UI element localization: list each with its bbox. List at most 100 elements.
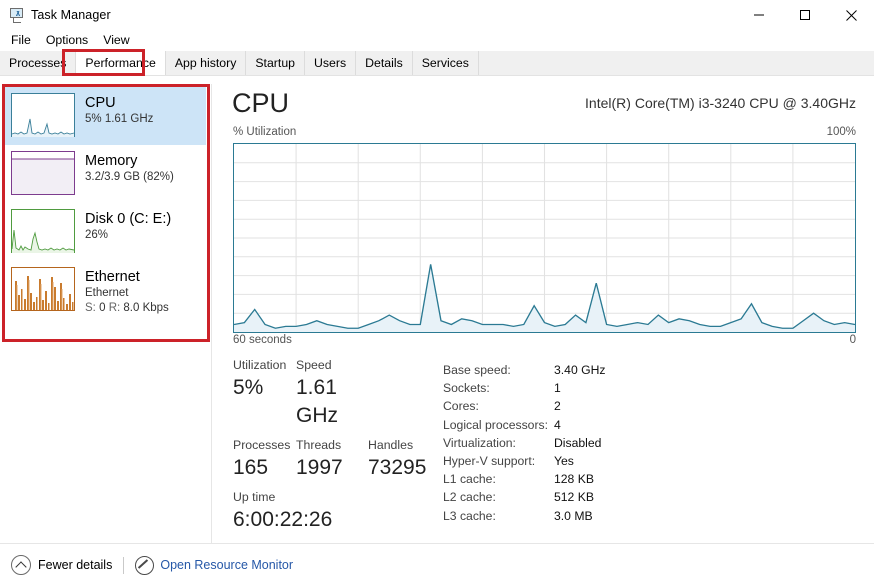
cpu-stats: Utilization 5% Speed 1.61 GHz Processes … bbox=[224, 357, 864, 532]
cpu-primary-stats: Utilization 5% Speed 1.61 GHz Processes … bbox=[233, 357, 448, 541]
sidebar-item-sub-memory: 3.2/3.9 GB (82%) bbox=[85, 171, 174, 183]
stat-row-3: Up time 6:00:22:26 bbox=[233, 489, 448, 534]
spec-value-virtualization: Disabled bbox=[554, 435, 602, 450]
chart-y-axis-max: 100% bbox=[826, 126, 856, 138]
spec-label-cores: Cores: bbox=[443, 399, 479, 414]
status-bar-divider bbox=[123, 556, 125, 574]
fewer-details-label: Fewer details bbox=[38, 558, 113, 572]
spec-label-logical-processors: Logical processors: bbox=[443, 417, 548, 432]
title-bar: Task Manager bbox=[0, 0, 874, 30]
sidebar-item-ethernet[interactable]: Ethernet Ethernet S: 0 R: 8.0 Kbps bbox=[5, 261, 206, 323]
menu-item-file[interactable]: File bbox=[4, 32, 38, 48]
sidebar-divider bbox=[211, 84, 212, 544]
tab-processes[interactable]: Processes bbox=[0, 51, 77, 75]
ethernet-send-label: S: bbox=[85, 302, 96, 314]
tab-performance[interactable]: Performance bbox=[76, 51, 166, 75]
chart-y-axis-label: % Utilization bbox=[233, 126, 297, 138]
maximize-button[interactable] bbox=[782, 0, 828, 30]
tab-app-history[interactable]: App history bbox=[165, 51, 247, 75]
sidebar-disk-text: Disk 0 (C: E:) 26% bbox=[85, 209, 171, 243]
cpu-header: CPU Intel(R) Core(TM) i3-3240 CPU @ 3.40… bbox=[224, 86, 864, 126]
chart-x-axis-end: 0 bbox=[849, 334, 856, 346]
spec-value-l1-cache: 128 KB bbox=[554, 472, 594, 487]
tab-startup[interactable]: Startup bbox=[246, 51, 305, 75]
cpu-model-label: Intel(R) Core(TM) i3-3240 CPU @ 3.40GHz bbox=[585, 95, 856, 111]
tab-details[interactable]: Details bbox=[356, 51, 413, 75]
spec-label-l1-cache: L1 cache: bbox=[443, 472, 496, 487]
status-bar: Fewer details Open Resource Monitor bbox=[0, 543, 874, 586]
stat-uptime: Up time 6:00:22:26 bbox=[233, 489, 332, 534]
stat-speed: Speed 1.61 GHz bbox=[296, 357, 368, 430]
stat-handles-value: 73295 bbox=[368, 456, 427, 479]
spec-label-sockets: Sockets: bbox=[443, 381, 490, 396]
chart-x-axis-labels: 60 seconds 0 bbox=[233, 334, 856, 352]
tab-strip: Processes Performance App history Startu… bbox=[0, 51, 874, 76]
spec-row-logical-processors: Logical processors: 4 bbox=[443, 416, 703, 434]
spec-label-hyperv-support: Hyper-V support: bbox=[443, 454, 536, 469]
sidebar-ethernet-text: Ethernet Ethernet S: 0 R: 8.0 Kbps bbox=[85, 267, 169, 316]
stat-uptime-value: 6:00:22:26 bbox=[233, 508, 333, 531]
spec-label-base-speed: Base speed: bbox=[443, 363, 511, 377]
menu-bar: File Options View bbox=[0, 30, 874, 50]
stat-threads: Threads 1997 bbox=[296, 437, 368, 482]
spec-value-cores: 2 bbox=[554, 399, 561, 414]
ethernet-receive-value: 8.0 Kbps bbox=[123, 302, 169, 314]
resource-sidebar: CPU 5% 1.61 GHz Memory 3.2/3.9 GB (82%) bbox=[5, 87, 206, 339]
spec-value-base-speed: 3.40 GHz bbox=[554, 363, 606, 377]
sidebar-item-sub-ethernet: Ethernet bbox=[85, 287, 129, 299]
spec-value-logical-processors: 4 bbox=[554, 417, 561, 432]
cpu-thumbnail-graph bbox=[11, 93, 75, 137]
sidebar-memory-text: Memory 3.2/3.9 GB (82%) bbox=[85, 151, 174, 185]
stat-utilization-label: Utilization bbox=[233, 358, 287, 372]
open-resource-monitor-label: Open Resource Monitor bbox=[160, 558, 294, 572]
spec-row-virtualization: Virtualization: Disabled bbox=[443, 434, 703, 452]
open-resource-monitor-link[interactable]: Open Resource Monitor bbox=[135, 555, 294, 575]
chevron-up-circle-icon bbox=[11, 555, 31, 575]
stat-threads-label: Threads bbox=[296, 438, 342, 452]
sidebar-item-disk[interactable]: Disk 0 (C: E:) 26% bbox=[5, 203, 206, 261]
tab-users[interactable]: Users bbox=[305, 51, 357, 75]
sidebar-item-cpu[interactable]: CPU 5% 1.61 GHz bbox=[5, 87, 206, 145]
spec-value-hyperv-support: Yes bbox=[554, 454, 574, 469]
cpu-secondary-stats: Base speed: 3.40 GHz Sockets: 1 Cores: 2… bbox=[443, 361, 703, 525]
stat-row-1: Utilization 5% Speed 1.61 GHz bbox=[233, 357, 448, 430]
spec-label-l3-cache: L3 cache: bbox=[443, 508, 496, 523]
sidebar-item-memory[interactable]: Memory 3.2/3.9 GB (82%) bbox=[5, 145, 206, 203]
fewer-details-button[interactable]: Fewer details bbox=[11, 555, 112, 575]
stat-row-2: Processes 165 Threads 1997 Handles 73295 bbox=[233, 437, 448, 482]
task-manager-window: Task Manager File Options View Processes… bbox=[0, 0, 874, 586]
task-manager-icon bbox=[8, 7, 24, 23]
spec-value-sockets: 1 bbox=[554, 381, 561, 396]
stat-speed-value: 1.61 GHz bbox=[296, 376, 338, 427]
stat-handles-label: Handles bbox=[368, 438, 414, 452]
spec-value-l2-cache: 512 KB bbox=[554, 490, 594, 505]
window-title: Task Manager bbox=[31, 8, 111, 22]
memory-thumbnail-graph bbox=[11, 151, 75, 195]
stat-uptime-label: Up time bbox=[233, 490, 276, 504]
stat-speed-label: Speed bbox=[296, 358, 332, 372]
cpu-utilization-chart bbox=[233, 143, 856, 333]
sidebar-item-label-memory: Memory bbox=[85, 153, 138, 169]
sidebar-item-sub-cpu: 5% 1.61 GHz bbox=[85, 113, 154, 125]
menu-item-view[interactable]: View bbox=[96, 32, 136, 48]
spec-value-l3-cache: 3.0 MB bbox=[554, 508, 593, 523]
ethernet-send-value: 0 bbox=[99, 302, 106, 314]
spec-row-l2-cache: L2 cache: 512 KB bbox=[443, 488, 703, 506]
sidebar-item-sub-disk: 26% bbox=[85, 229, 109, 241]
tab-services[interactable]: Services bbox=[412, 51, 479, 75]
page-title: CPU bbox=[232, 88, 290, 118]
close-button[interactable] bbox=[828, 0, 874, 30]
minimize-button[interactable] bbox=[736, 0, 782, 30]
spec-label-virtualization: Virtualization: bbox=[443, 435, 516, 450]
spec-row-hyperv-support: Hyper-V support: Yes bbox=[443, 452, 703, 470]
sidebar-cpu-text: CPU 5% 1.61 GHz bbox=[85, 93, 153, 127]
sidebar-item-label-disk: Disk 0 (C: E:) bbox=[85, 211, 172, 227]
cpu-chart-svg bbox=[234, 144, 855, 332]
menu-item-options[interactable]: Options bbox=[39, 32, 95, 48]
sidebar-item-label-cpu: CPU bbox=[85, 95, 116, 111]
stat-handles: Handles 73295 bbox=[368, 437, 448, 482]
resource-monitor-icon bbox=[135, 555, 155, 575]
disk-thumbnail-graph bbox=[11, 209, 75, 253]
spec-row-sockets: Sockets: 1 bbox=[443, 379, 703, 397]
spec-row-base-speed: Base speed: 3.40 GHz bbox=[443, 361, 703, 379]
